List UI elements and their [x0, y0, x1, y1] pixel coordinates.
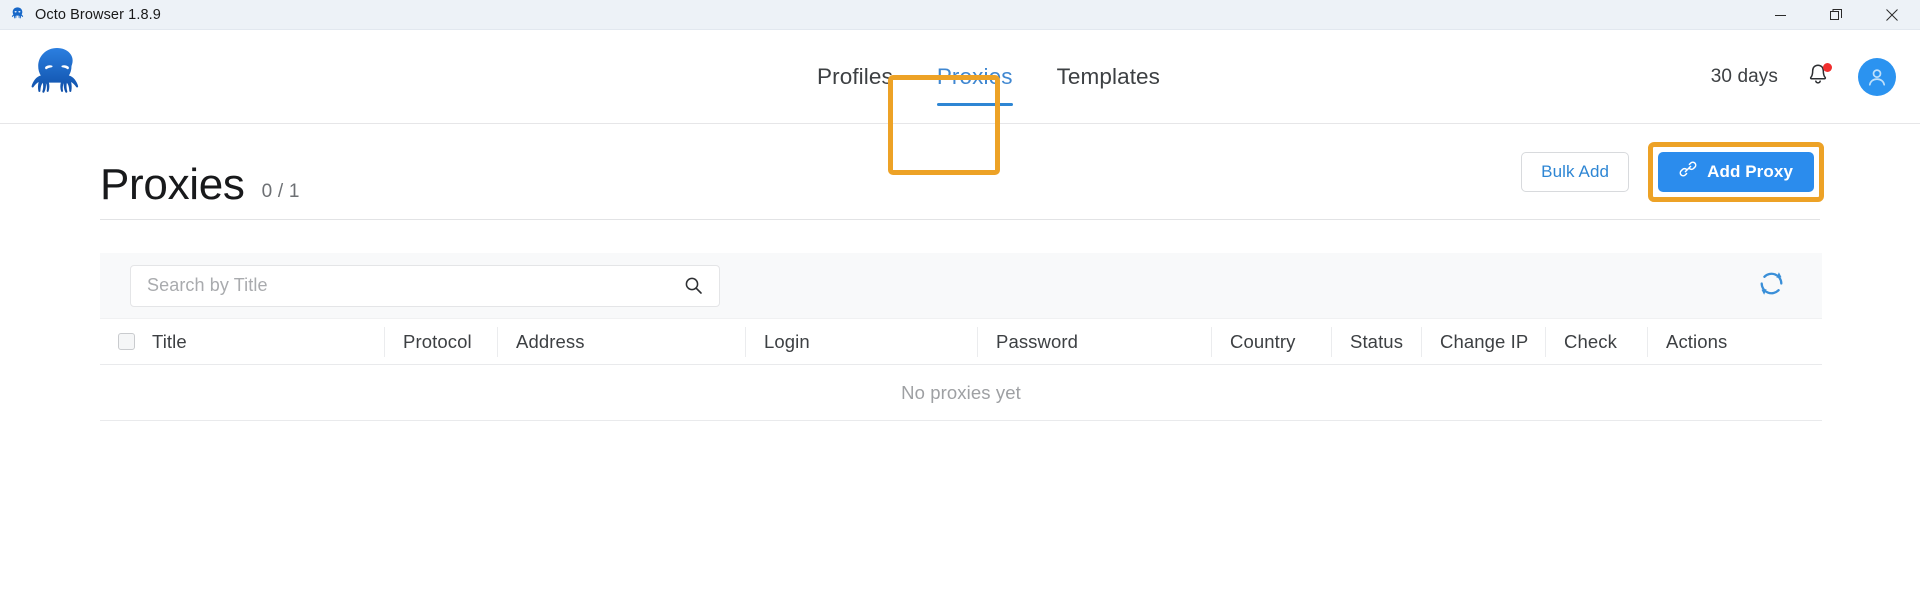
- add-proxy-label: Add Proxy: [1707, 161, 1793, 181]
- bulk-add-button[interactable]: Bulk Add: [1521, 151, 1630, 192]
- search-icon[interactable]: [681, 274, 705, 298]
- add-proxy-highlight-box: Add Proxy: [1648, 141, 1824, 202]
- main-navigation: Profiles Proxies Templates: [795, 30, 1182, 124]
- column-label: Password: [996, 330, 1079, 352]
- proxy-count: 0 / 1: [261, 181, 300, 202]
- column-header-protocol[interactable]: Protocol: [384, 326, 497, 357]
- select-all-checkbox[interactable]: [117, 333, 135, 350]
- column-header-check[interactable]: Check: [1545, 326, 1647, 357]
- column-header-password[interactable]: Password: [977, 326, 1211, 357]
- column-label: Protocol: [403, 330, 472, 352]
- column-header-country[interactable]: Country: [1211, 326, 1331, 357]
- column-header-change-ip[interactable]: Change IP: [1421, 326, 1545, 357]
- column-header-title[interactable]: Title: [152, 327, 384, 357]
- column-label: Status: [1350, 330, 1404, 352]
- window-titlebar: Octo Browser 1.8.9: [0, 0, 1920, 30]
- header-right-controls: 30 days: [1710, 57, 1896, 96]
- titlebar-left: Octo Browser 1.8.9: [0, 6, 161, 23]
- close-button[interactable]: [1864, 0, 1920, 30]
- column-header-status[interactable]: Status: [1331, 326, 1421, 357]
- octopus-icon: [9, 6, 26, 23]
- window-title: Octo Browser 1.8.9: [35, 6, 161, 23]
- page-title: Proxies: [100, 160, 245, 209]
- nav-tab-proxies-label: Proxies: [936, 64, 1013, 89]
- add-proxy-button[interactable]: Add Proxy: [1658, 151, 1814, 192]
- bulk-add-label: Bulk Add: [1541, 161, 1610, 181]
- nav-tab-profiles[interactable]: Profiles: [795, 30, 915, 124]
- nav-tab-profiles-label: Profiles: [817, 64, 893, 89]
- refresh-button[interactable]: [1754, 269, 1788, 303]
- minimize-button[interactable]: [1752, 0, 1808, 30]
- search-box[interactable]: [130, 264, 720, 307]
- user-avatar[interactable]: [1858, 57, 1896, 96]
- column-header-actions[interactable]: Actions: [1647, 326, 1760, 357]
- search-input[interactable]: [147, 275, 681, 296]
- refresh-icon: [1756, 268, 1787, 304]
- app-header: Profiles Proxies Templates 30 days: [0, 30, 1920, 175]
- nav-tab-templates-label: Templates: [1056, 64, 1161, 89]
- column-label: Actions: [1666, 330, 1728, 352]
- window-controls: [1752, 0, 1920, 30]
- column-label: Login: [764, 330, 810, 352]
- restore-button[interactable]: [1808, 0, 1864, 30]
- column-label: Check: [1564, 330, 1617, 352]
- subscription-days-label: 30 days: [1710, 65, 1778, 87]
- select-all-cell: [100, 333, 152, 350]
- column-header-login[interactable]: Login: [745, 326, 977, 357]
- octo-browser-logo[interactable]: [22, 44, 92, 110]
- page-content: Proxies 0 / 1 Bulk Add Add Proxy Search …: [0, 124, 1920, 421]
- proxies-table: Title Protocol Address Login Password Co…: [100, 318, 1822, 421]
- notification-badge-dot: [1823, 62, 1832, 72]
- table-empty-state: No proxies yet: [100, 365, 1822, 421]
- table-toolbar: [100, 253, 1822, 318]
- chain-link-icon: [1679, 160, 1697, 183]
- column-label: Country: [1230, 330, 1296, 352]
- nav-tab-proxies[interactable]: Proxies: [915, 30, 1035, 124]
- page-actions: Bulk Add Add Proxy: [1521, 141, 1824, 202]
- column-label: Title: [152, 330, 187, 352]
- title-divider: [100, 219, 1820, 220]
- column-header-address[interactable]: Address: [497, 326, 745, 357]
- page-title-row: Proxies 0 / 1 Bulk Add Add Proxy: [0, 124, 1920, 219]
- table-header-row: Title Protocol Address Login Password Co…: [100, 318, 1822, 365]
- column-label: Address: [516, 330, 585, 352]
- nav-tab-templates[interactable]: Templates: [1035, 30, 1182, 124]
- notifications-button[interactable]: [1805, 62, 1832, 91]
- column-label: Change IP: [1440, 330, 1529, 352]
